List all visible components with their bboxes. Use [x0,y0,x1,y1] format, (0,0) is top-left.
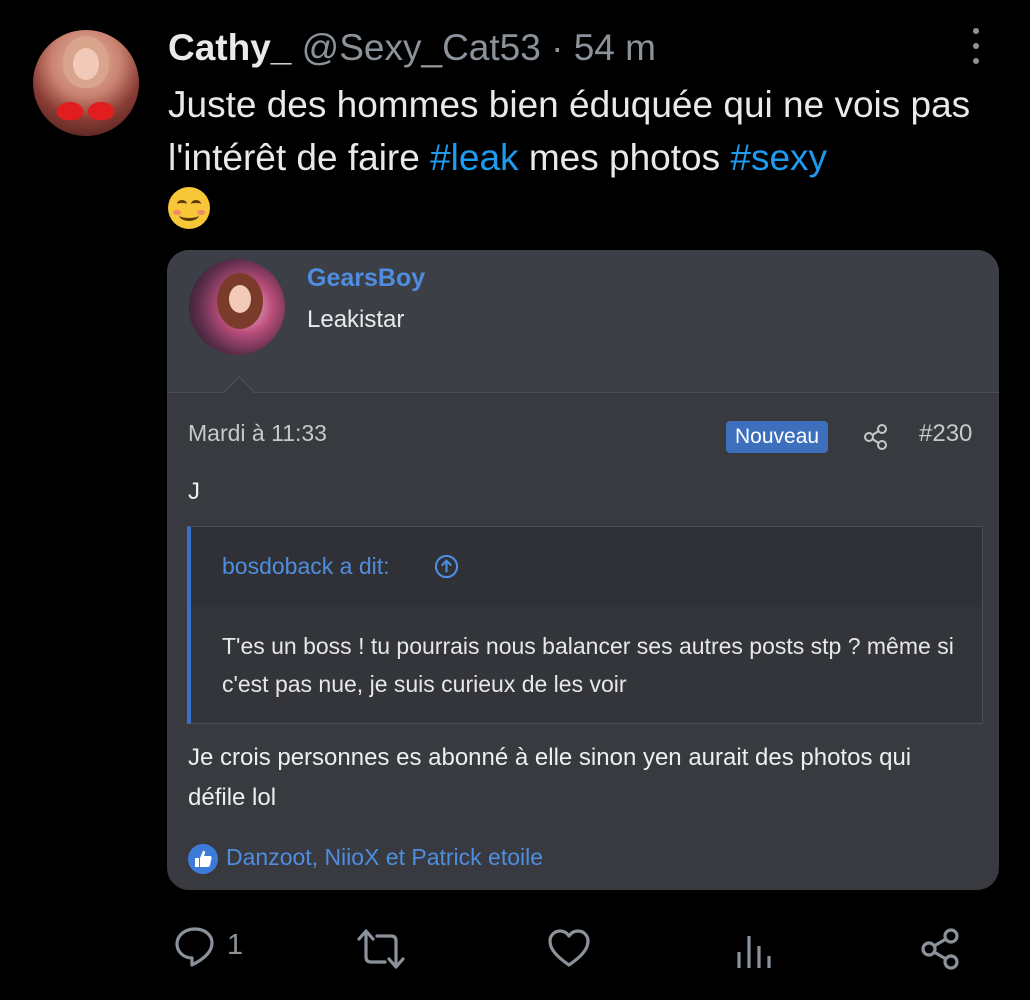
embedded-forum-post[interactable]: GearsBoy Leakistar Mardi à 11:33 Nouveau… [167,250,999,890]
arrow-up-circle-icon [434,554,459,579]
quote-text: T'es un boss ! tu pourrais nous balancer… [222,633,954,697]
post-reply-text: Je crois personnes es abonné à elle sino… [188,744,912,811]
quote-author: bosdoback a dit: [222,553,390,579]
tweet-time[interactable]: 54 m [574,27,656,68]
forum-user-title: Leakistar [307,306,405,333]
tweet-actions: 1 [168,920,998,976]
like-icon[interactable] [546,924,592,974]
thumbs-up-icon [188,844,218,874]
hashtag-sexy[interactable]: #sexy [730,137,827,178]
quote-block: bosdoback a dit: T'es un boss ! tu pourr… [187,526,983,724]
author-handle[interactable]: @Sexy_Cat53 [302,27,541,68]
share-icon[interactable] [918,924,964,974]
author-avatar[interactable] [33,30,139,136]
author-name[interactable]: Cathy_ [168,27,291,68]
post-share-icon [864,424,887,450]
tweet-text: Juste des hommes bien éduquée qui ne voi… [168,78,998,237]
reply-count: 1 [227,929,244,961]
more-options-icon[interactable] [963,26,989,66]
reply-icon [175,927,214,967]
tweet-text-part2: mes photos [518,137,731,178]
forum-username: GearsBoy [307,264,426,292]
new-badge: Nouveau [726,421,829,453]
meta-separator: · [551,27,564,68]
reactions-text: Danzoot, NiioX et Patrick etoile [226,844,544,870]
post-date: Mardi à 11:33 [188,420,327,446]
post-number: #230 [919,420,973,447]
retweet-icon[interactable] [356,924,406,974]
tweet-header: Cathy_ @Sexy_Cat53 · 54 m [168,26,656,70]
reply-button[interactable]: 1 [172,920,252,970]
post-first-line: J [188,478,200,505]
post-divider [167,392,999,393]
views-icon[interactable] [734,926,774,976]
hashtag-leak[interactable]: #leak [430,137,518,178]
forum-user-avatar [189,259,285,355]
smiling-face-with-blush-icon [168,187,210,229]
post-author-block [167,250,999,392]
